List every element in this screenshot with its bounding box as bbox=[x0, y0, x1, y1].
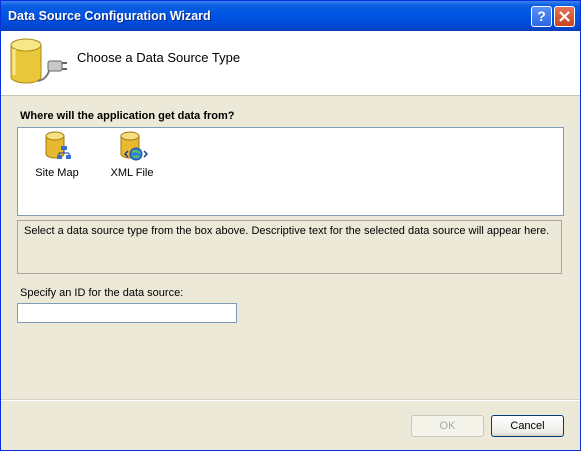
xml-file-icon bbox=[120, 131, 148, 161]
list-item-xml-file[interactable]: XML File bbox=[97, 131, 167, 179]
wizard-header: Choose a Data Source Type bbox=[1, 31, 580, 96]
window-title: Data Source Configuration Wizard bbox=[8, 9, 211, 23]
footer-divider bbox=[1, 399, 580, 401]
wizard-window: Data Source Configuration Wizard ? Choos… bbox=[0, 0, 581, 451]
data-source-type-list[interactable]: Site Map XML File bbox=[17, 127, 564, 216]
data-source-question: Where will the application get data from… bbox=[20, 110, 235, 122]
close-button[interactable] bbox=[554, 6, 575, 27]
close-icon bbox=[559, 11, 570, 22]
site-map-icon bbox=[45, 131, 71, 159]
site-map-label: Site Map bbox=[35, 167, 79, 179]
title-bar[interactable]: Data Source Configuration Wizard ? bbox=[1, 1, 580, 31]
list-item-site-map[interactable]: Site Map bbox=[22, 131, 92, 179]
description-panel: Select a data source type from the box a… bbox=[17, 220, 562, 274]
xml-file-label: XML File bbox=[110, 167, 154, 179]
id-field[interactable] bbox=[17, 303, 237, 323]
cancel-button[interactable]: Cancel bbox=[491, 415, 564, 437]
help-button[interactable]: ? bbox=[531, 6, 552, 27]
page-title: Choose a Data Source Type bbox=[77, 50, 241, 65]
database-plug-icon bbox=[10, 38, 67, 84]
ok-button[interactable]: OK bbox=[411, 415, 484, 437]
id-label: Specify an ID for the data source: bbox=[20, 287, 184, 299]
